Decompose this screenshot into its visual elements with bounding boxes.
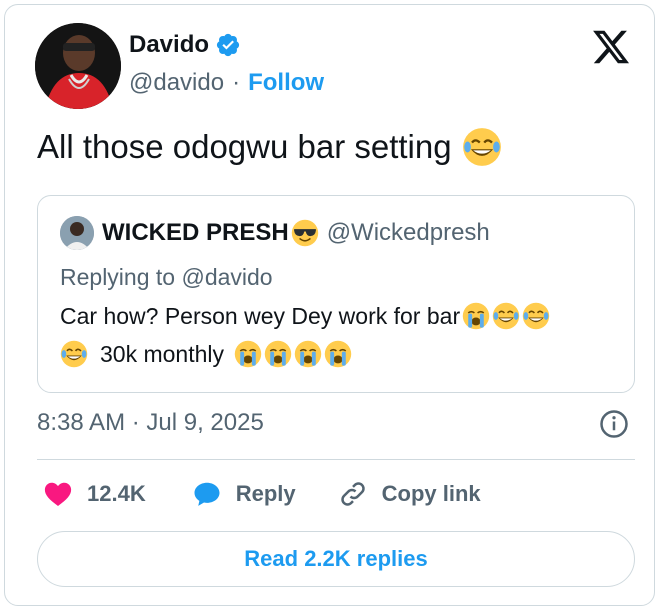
tweet-text: All those odogwu bar setting (37, 128, 452, 165)
quoted-tweet[interactable]: WICKED PRESH @Wickedpresh Replying to @d… (37, 195, 635, 393)
quoted-text-1: Car how? Person wey Dey work for bar (60, 302, 461, 329)
read-replies-button[interactable]: Read 2.2K replies (37, 531, 635, 587)
quoted-avatar (60, 216, 94, 250)
tears-of-joy-emoji-icon (522, 302, 550, 330)
tears-of-joy-emoji-icon (60, 340, 88, 368)
reply-label: Reply (235, 481, 296, 506)
author-avatar[interactable] (35, 23, 121, 109)
author-handle-row: @davido · Follow (129, 69, 324, 97)
loudly-crying-emoji-icon (324, 340, 352, 368)
like-button[interactable]: 12.4K (43, 479, 146, 509)
quoted-header: WICKED PRESH @Wickedpresh (60, 216, 490, 250)
x-logo-icon[interactable] (591, 27, 631, 67)
tweet-text-row: All those odogwu bar setting (37, 127, 502, 167)
divider (37, 459, 635, 460)
verified-badge-icon (216, 33, 240, 57)
loudly-crying-emoji-icon (294, 340, 322, 368)
tweet-card: Davido @davido · Follow All those odogwu… (4, 4, 655, 606)
sunglasses-emoji-icon (291, 219, 319, 247)
replying-prefix: Replying to (60, 264, 176, 290)
loudly-crying-emoji-icon (462, 302, 490, 330)
tears-of-joy-emoji-icon (492, 302, 520, 330)
author-handle[interactable]: @davido (129, 69, 224, 97)
replying-to: Replying to @davido (60, 264, 273, 291)
replying-handle: @davido (181, 264, 273, 290)
author-name-row: Davido (129, 31, 241, 59)
action-bar: 12.4K Reply Copy link (43, 479, 481, 509)
info-icon[interactable] (599, 409, 629, 439)
author-name[interactable]: Davido (129, 31, 209, 59)
copy-link-label: Copy link (381, 481, 481, 506)
quoted-author-name: WICKED PRESH (102, 219, 289, 246)
follow-button[interactable]: Follow (248, 69, 324, 97)
tears-of-joy-emoji-icon (462, 127, 502, 167)
loudly-crying-emoji-icon (264, 340, 292, 368)
link-icon (340, 482, 365, 506)
separator-dot: · (232, 69, 241, 96)
reply-bubble-icon (194, 482, 220, 506)
tweet-timestamp[interactable]: 8:38 AM · Jul 9, 2025 (37, 409, 264, 437)
copy-link-button[interactable]: Copy link (338, 479, 481, 509)
quoted-text-line1: Car how? Person wey Dey work for bar (60, 302, 550, 330)
loudly-crying-emoji-icon (234, 340, 262, 368)
reply-button[interactable]: Reply (192, 479, 296, 509)
quoted-author-handle: @Wickedpresh (326, 219, 490, 246)
quoted-text-2: 30k monthly (100, 340, 225, 367)
like-count: 12.4K (87, 481, 146, 506)
quoted-text-line2: 30k monthly (60, 340, 352, 368)
heart-icon (44, 482, 72, 506)
